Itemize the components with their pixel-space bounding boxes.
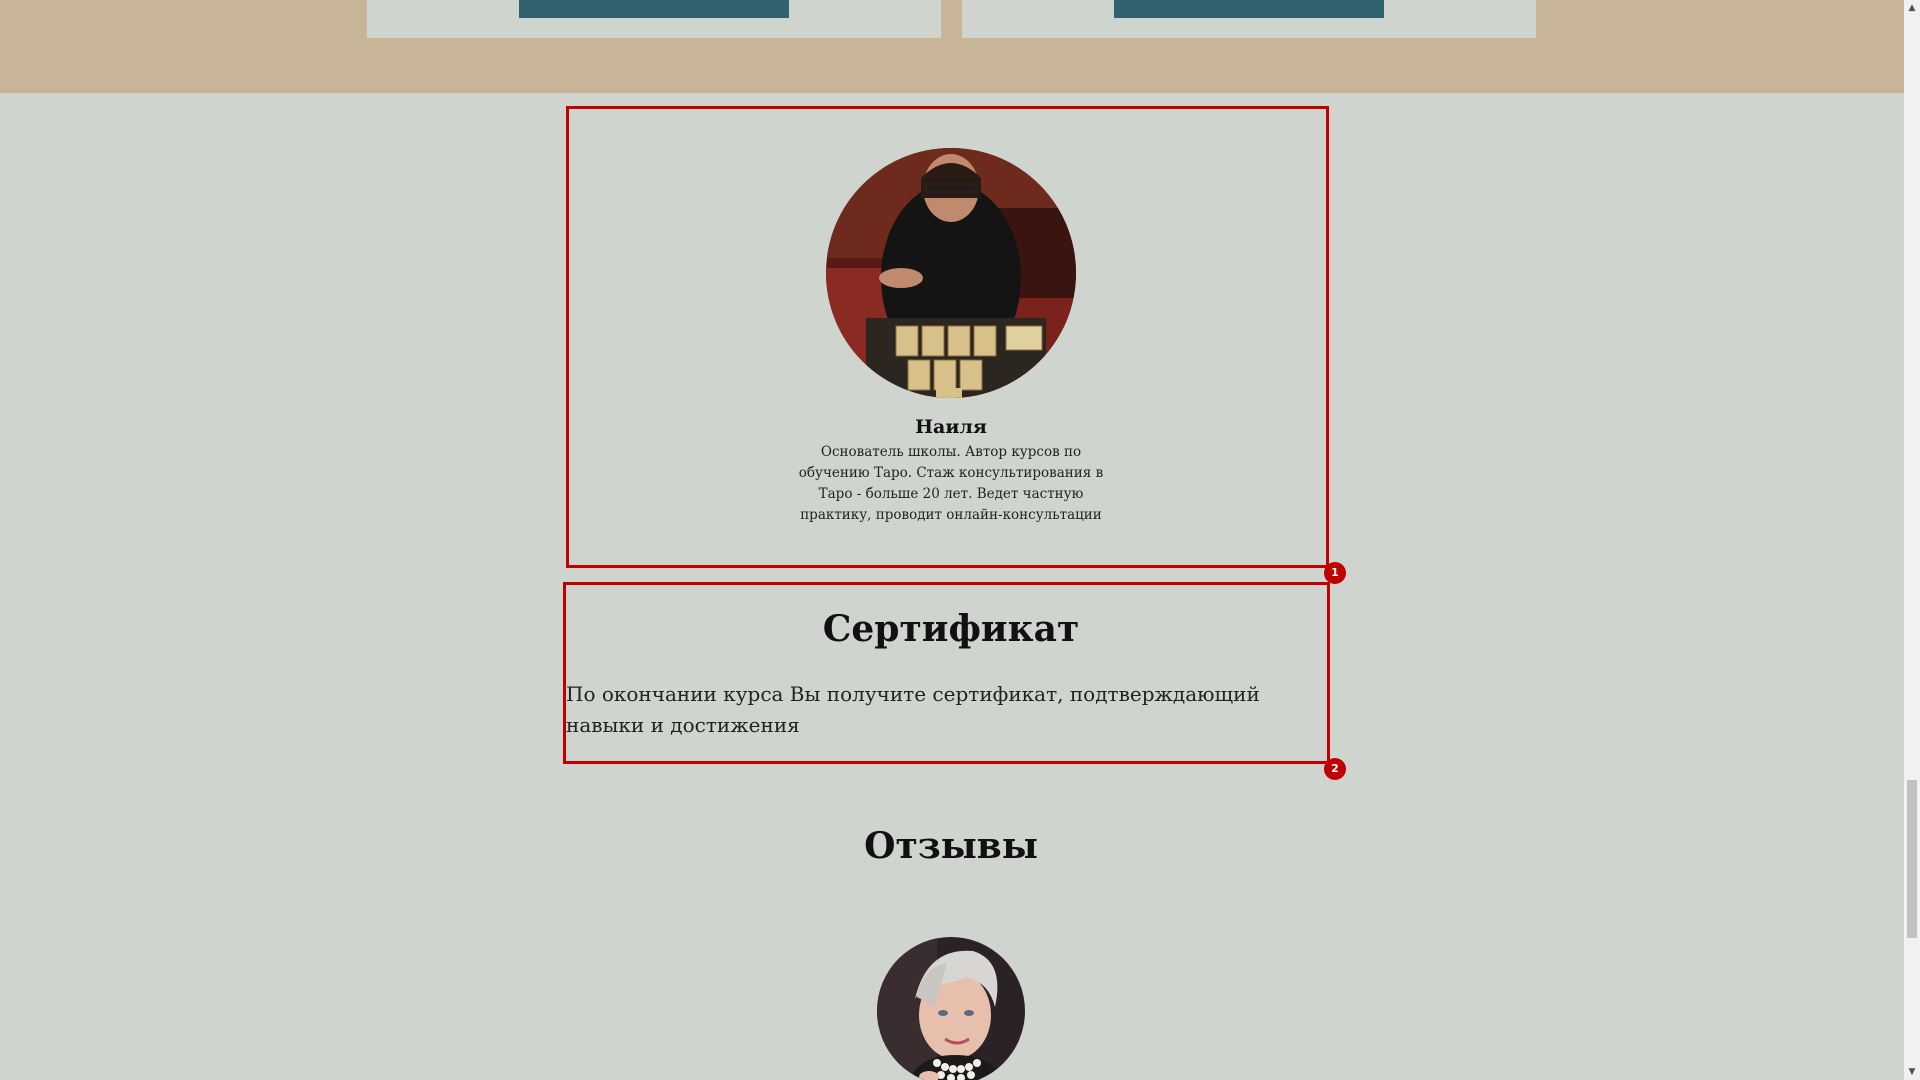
- pricing-card-left-button[interactable]: [519, 0, 789, 18]
- vertical-scrollbar[interactable]: ▲ ▼: [1904, 0, 1920, 1080]
- annotation-marker-2: 2: [1324, 758, 1346, 780]
- scroll-up-arrow-icon[interactable]: ▲: [1904, 0, 1920, 16]
- page: Наиля Основатель школы. Автор курсов по …: [0, 0, 1920, 1080]
- annotation-box-1: [566, 106, 1329, 568]
- annotation-marker-1: 1: [1324, 562, 1346, 584]
- scrollbar-thumb[interactable]: [1907, 780, 1917, 938]
- reviewer-avatar: [877, 937, 1025, 1080]
- reviews-title: Отзывы: [864, 825, 1038, 867]
- scroll-down-arrow-icon[interactable]: ▼: [1904, 1064, 1920, 1080]
- pricing-section-band: [0, 0, 1904, 93]
- pricing-card-right-button[interactable]: [1114, 0, 1384, 18]
- pricing-card-left: [367, 0, 941, 38]
- reviewer-avatar-image: [877, 937, 1025, 1080]
- annotation-box-2: [563, 582, 1330, 764]
- pricing-card-right: [962, 0, 1536, 38]
